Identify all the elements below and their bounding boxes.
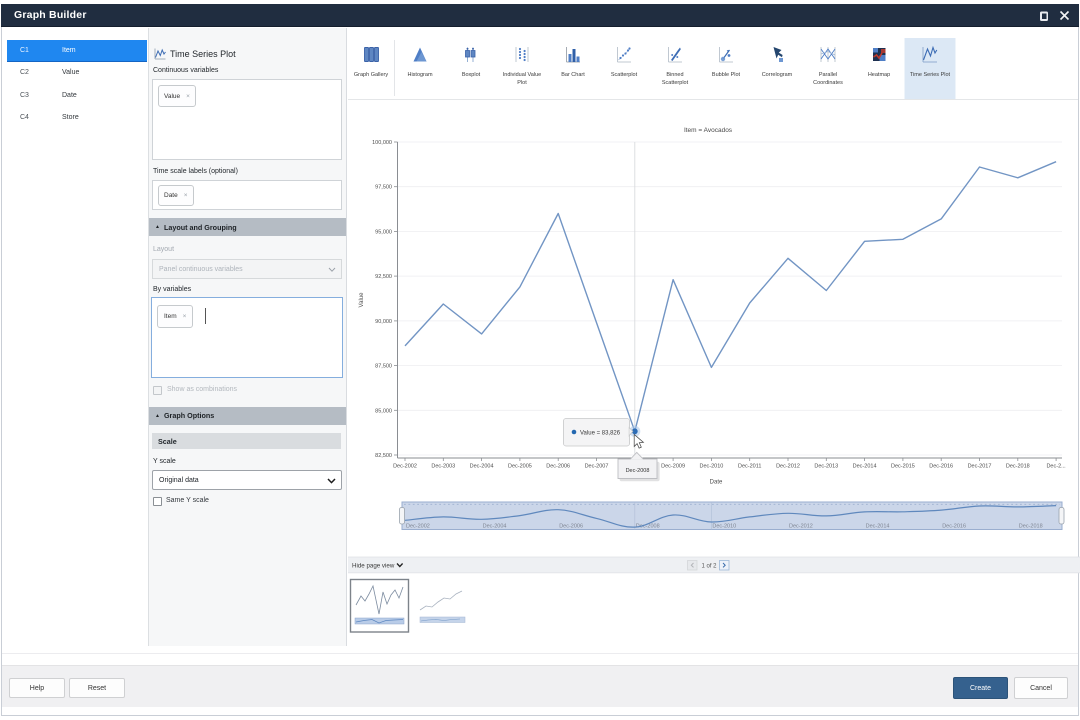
- svg-text:Parallel: Parallel: [819, 72, 837, 78]
- svg-text:Dec-2006: Dec-2006: [546, 464, 570, 470]
- svg-text:Correlogram: Correlogram: [762, 72, 793, 78]
- svg-text:Dec-2012: Dec-2012: [776, 464, 800, 470]
- svg-text:Dec-2003: Dec-2003: [431, 464, 455, 470]
- svg-text:Dec-2011: Dec-2011: [738, 464, 761, 470]
- svg-text:Dec-2018: Dec-2018: [1006, 464, 1030, 470]
- svg-text:Dec-2009: Dec-2009: [661, 464, 685, 470]
- svg-text:Dec-2006: Dec-2006: [559, 523, 583, 529]
- svg-text:87,500: 87,500: [375, 364, 392, 370]
- svg-text:Dec-2...: Dec-2...: [1046, 464, 1066, 470]
- svg-text:Binned: Binned: [666, 72, 683, 78]
- svg-text:Dec-2016: Dec-2016: [929, 464, 953, 470]
- svg-text:Scatterplot: Scatterplot: [662, 80, 689, 86]
- svg-text:97,500: 97,500: [375, 185, 392, 191]
- svg-text:Value: Value: [359, 292, 365, 308]
- svg-text:Dec-2014: Dec-2014: [866, 523, 890, 529]
- svg-text:92,500: 92,500: [375, 274, 392, 280]
- svg-text:Dec-2013: Dec-2013: [814, 464, 838, 470]
- svg-text:Dec-2002: Dec-2002: [406, 523, 430, 529]
- svg-text:Dec-2018: Dec-2018: [1019, 523, 1043, 529]
- svg-text:90,000: 90,000: [375, 319, 392, 325]
- svg-text:82,500: 82,500: [375, 453, 392, 459]
- svg-text:1 of 2: 1 of 2: [701, 564, 717, 570]
- svg-text:Dec-2017: Dec-2017: [968, 464, 992, 470]
- svg-text:Dec-2012: Dec-2012: [789, 523, 813, 529]
- svg-text:Dec-2016: Dec-2016: [942, 523, 966, 529]
- svg-text:Dec-2002: Dec-2002: [393, 464, 417, 470]
- svg-text:Hide page view: Hide page view: [352, 563, 395, 570]
- svg-text:85,000: 85,000: [375, 408, 392, 414]
- svg-text:Dec-2014: Dec-2014: [853, 464, 877, 470]
- svg-text:Scatterplot: Scatterplot: [611, 72, 638, 78]
- svg-text:Dec-2010: Dec-2010: [712, 523, 736, 529]
- svg-text:Coordinates: Coordinates: [813, 80, 843, 86]
- svg-text:Item = Avocados: Item = Avocados: [684, 127, 733, 134]
- svg-text:95,000: 95,000: [375, 229, 392, 235]
- svg-text:Dec-2007: Dec-2007: [585, 464, 609, 470]
- svg-text:Dec-2005: Dec-2005: [508, 464, 532, 470]
- svg-text:Heatmap: Heatmap: [868, 72, 890, 78]
- svg-text:100,000: 100,000: [372, 140, 392, 146]
- svg-text:Graph Gallery: Graph Gallery: [354, 72, 388, 78]
- svg-text:Dec-2015: Dec-2015: [891, 464, 915, 470]
- svg-text:Bubble Plot: Bubble Plot: [712, 72, 741, 78]
- svg-text:Time Series Plot: Time Series Plot: [910, 72, 951, 78]
- svg-text:Individual Value: Individual Value: [503, 72, 541, 78]
- svg-text:Dec-2004: Dec-2004: [470, 464, 494, 470]
- svg-text:Dec-2008: Dec-2008: [626, 468, 650, 474]
- svg-text:Boxplot: Boxplot: [462, 72, 481, 78]
- svg-text:Value = 83,826: Value = 83,826: [580, 430, 621, 436]
- svg-text:Plot: Plot: [517, 80, 527, 86]
- svg-text:Date: Date: [710, 480, 723, 486]
- svg-text:Dec-2010: Dec-2010: [699, 464, 723, 470]
- svg-text:Dec-2004: Dec-2004: [483, 523, 507, 529]
- svg-text:Histogram: Histogram: [407, 72, 432, 78]
- svg-text:Bar Chart: Bar Chart: [561, 72, 585, 78]
